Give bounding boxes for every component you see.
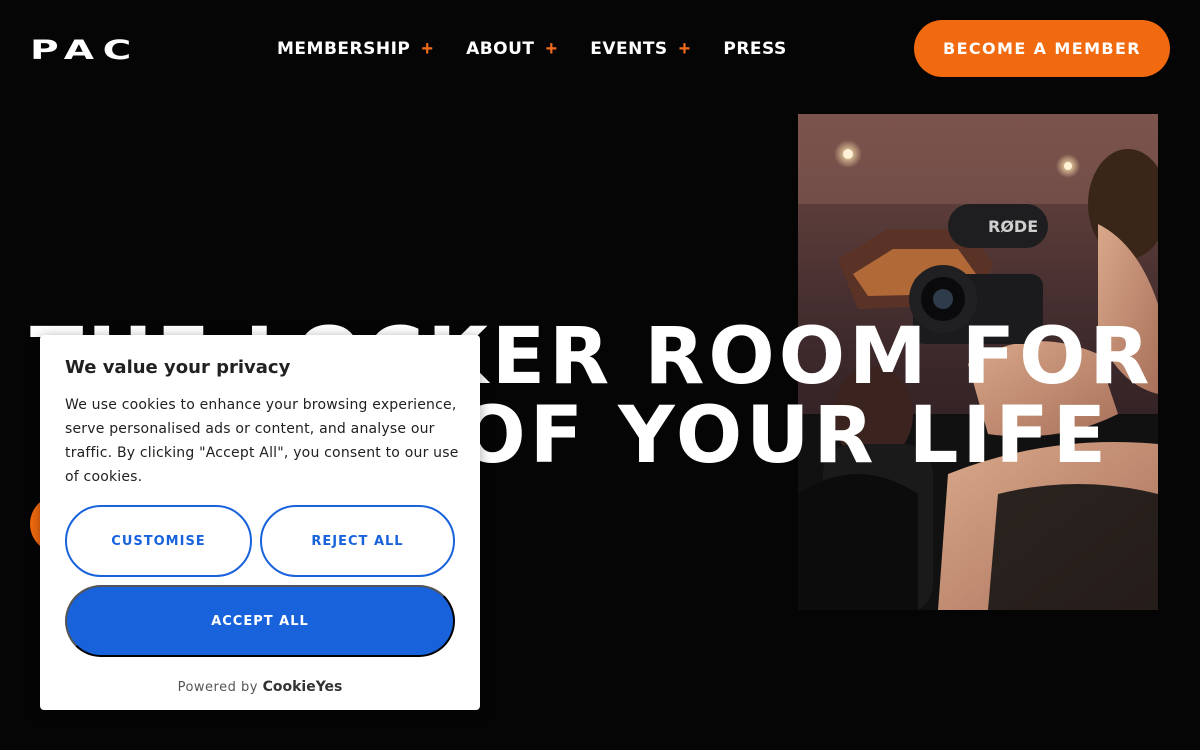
- plus-icon: +: [421, 38, 434, 60]
- pac-logo[interactable]: PAC: [30, 37, 141, 61]
- plus-icon: +: [678, 38, 691, 60]
- powered-by-label: Powered by: [177, 680, 258, 695]
- accept-all-button[interactable]: ACCEPT ALL: [65, 585, 455, 657]
- cookie-description: We use cookies to enhance your browsing …: [65, 397, 459, 485]
- customise-button[interactable]: CUSTOMISE: [65, 505, 252, 577]
- nav-label: EVENTS: [590, 39, 668, 59]
- nav-item-about[interactable]: ABOUT +: [466, 39, 557, 59]
- reject-all-button[interactable]: REJECT ALL: [260, 505, 455, 577]
- cookieyes-logo[interactable]: CookieYes: [263, 679, 343, 695]
- cta-label: BECOME A MEMBER: [942, 39, 1142, 58]
- cookie-title: We value your privacy: [65, 357, 291, 378]
- customise-label: CUSTOMISE: [111, 533, 206, 549]
- nav-item-press[interactable]: PRESS: [723, 39, 786, 59]
- hero-title-line2: OF YOUR LIFE: [459, 391, 1110, 481]
- cookie-banner: We value your privacy We use cookies to …: [40, 335, 480, 710]
- accept-label: ACCEPT ALL: [211, 613, 309, 629]
- nav-item-events[interactable]: EVENTS +: [590, 39, 690, 59]
- become-member-button[interactable]: BECOME A MEMBER: [914, 20, 1170, 77]
- powered-by: Powered by CookieYes: [40, 679, 480, 695]
- logo-text: PAC: [30, 37, 140, 61]
- reject-label: REJECT ALL: [311, 533, 404, 549]
- nav-label: PRESS: [723, 39, 787, 59]
- nav-label: MEMBERSHIP: [277, 39, 411, 59]
- main-nav: MEMBERSHIP + ABOUT + EVENTS + PRESS: [277, 37, 820, 61]
- plus-icon: +: [545, 38, 558, 60]
- nav-item-membership[interactable]: MEMBERSHIP +: [277, 39, 433, 59]
- nav-label: ABOUT: [466, 39, 535, 59]
- mic-brand: RØDE: [988, 217, 1038, 236]
